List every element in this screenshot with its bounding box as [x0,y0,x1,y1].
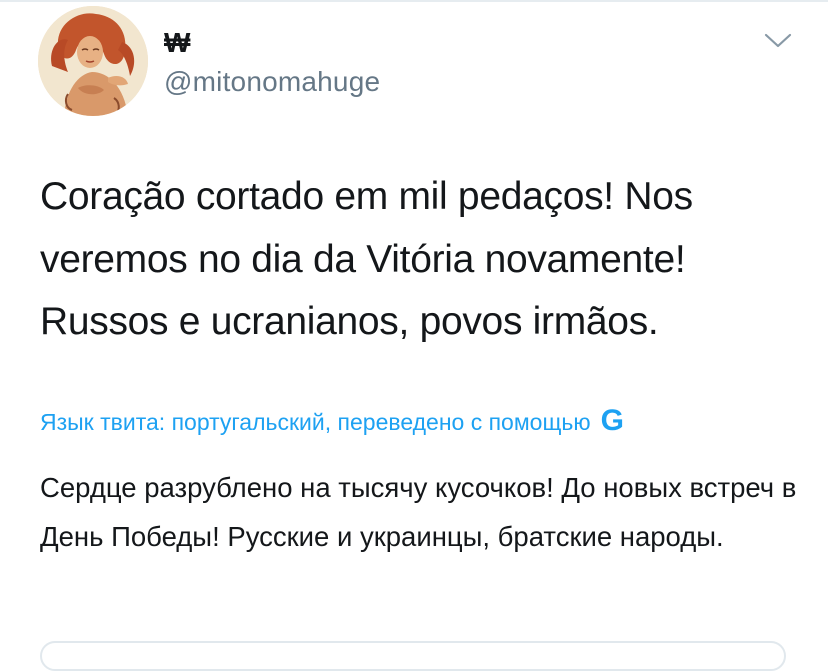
avatar-illustration-icon [38,6,148,116]
translation-label[interactable]: Язык твита: португальский, переведено с … [40,409,591,435]
avatar[interactable] [38,6,148,116]
display-name[interactable]: ₩ [164,28,190,58]
user-handle[interactable]: @mitonomahuge [164,66,380,98]
tweet-menu-button[interactable] [760,26,796,54]
chevron-down-icon [764,33,792,48]
top-divider [0,0,828,2]
translated-text: Сердце разрублено на тысячу кусочков! До… [40,472,797,552]
google-logo-icon: G [600,404,624,437]
bottom-card[interactable] [40,641,786,671]
tweet-text: Coração cortado em mil pedaços! Nos vere… [40,175,693,343]
translation-attribution[interactable]: Язык твита: португальский, переведено с … [40,402,828,442]
